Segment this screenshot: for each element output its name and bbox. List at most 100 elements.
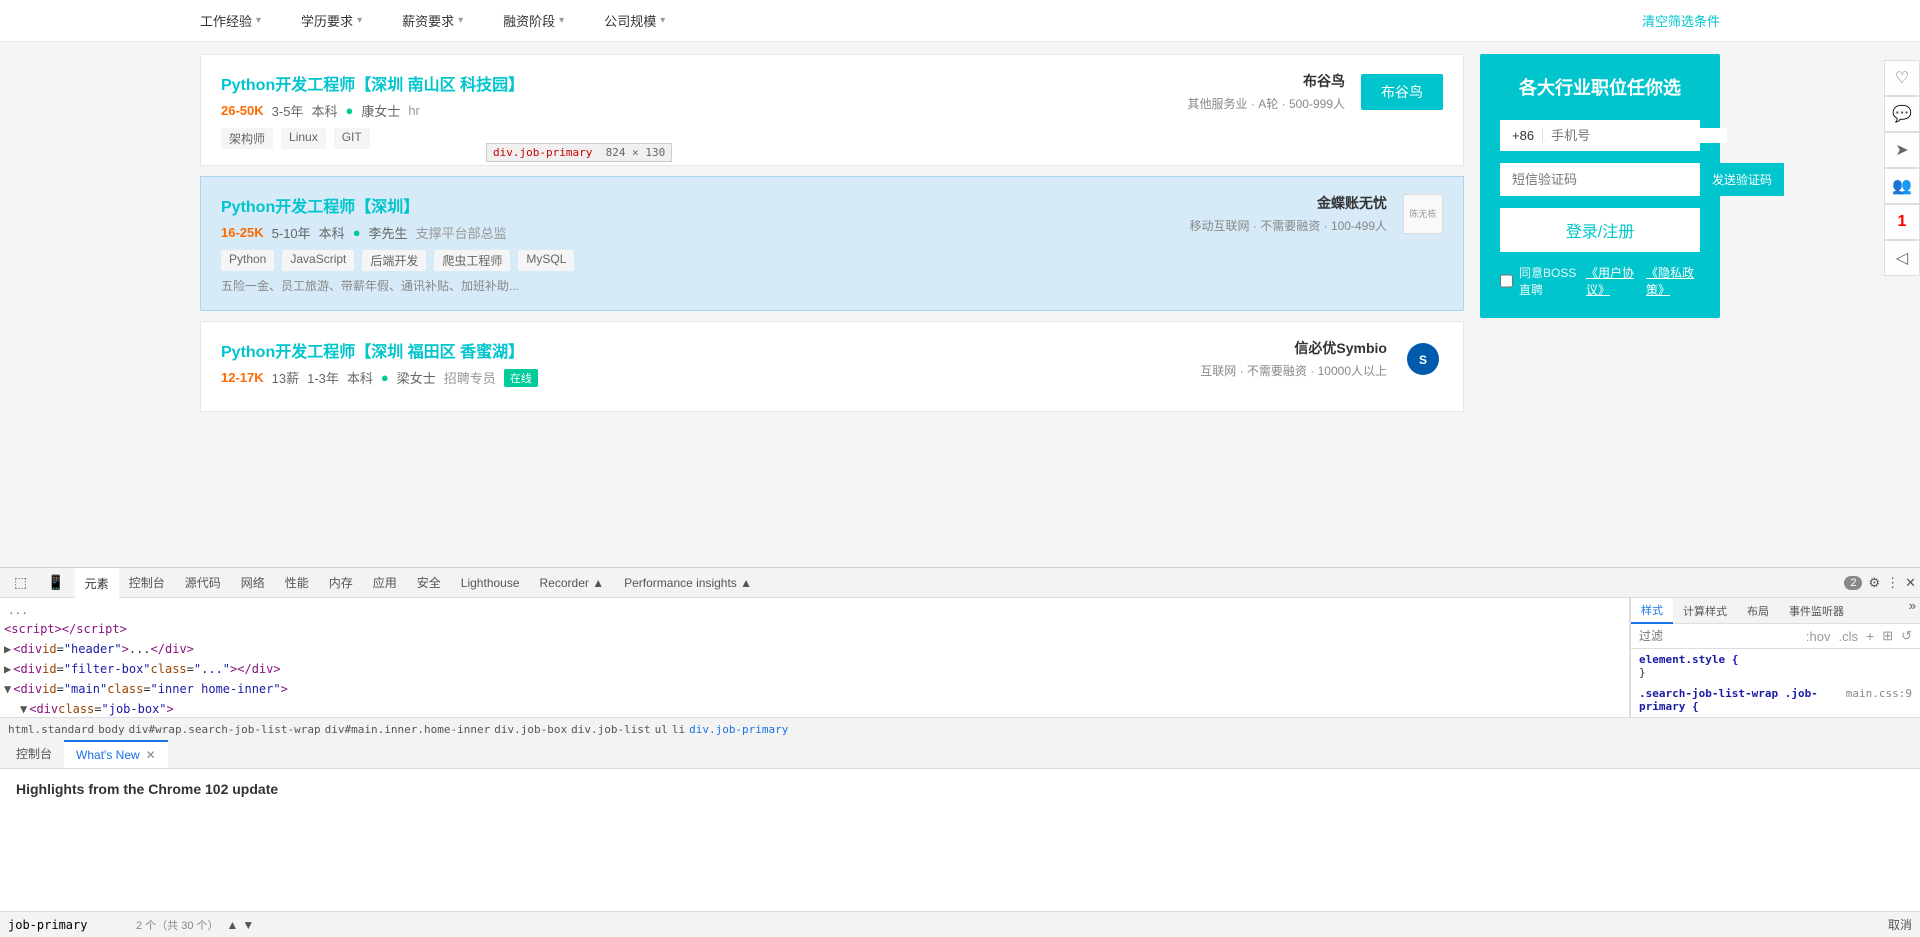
tab-perf-insights[interactable]: Performance insights ▲	[614, 568, 762, 598]
job-exp-1: 3-5年	[272, 101, 304, 120]
tab-lighthouse[interactable]: Lighthouse	[451, 568, 530, 598]
tab-elements[interactable]: 元素	[75, 568, 119, 598]
new-style-icon[interactable]: ⊞	[1882, 628, 1893, 644]
verify-button[interactable]: 发送验证码	[1700, 163, 1784, 196]
devtools-device-icon[interactable]: 📱	[37, 568, 74, 598]
tab-whats-new[interactable]: What's New ✕	[64, 740, 168, 768]
page-content: 工作经验 ▾ 学历要求 ▾ 薪资要求 ▾ 融资阶段 ▾ 公司规模 ▾ 清空筛选条…	[0, 0, 1920, 567]
job-card-2[interactable]: Python开发工程师【深圳】 16-25K 5-10年 本科 ● 李先生 支撑…	[200, 176, 1464, 311]
breadcrumb-wrap[interactable]: div#wrap.search-job-list-wrap	[129, 723, 321, 736]
phone-input[interactable]	[1551, 128, 1727, 143]
right-panel: 各大行业职位任你选 +86 发送验证码 登录/注册 同意BOSS直聘 《用户协议…	[1480, 54, 1720, 318]
filter-company-size[interactable]: 公司规模 ▾	[604, 11, 665, 30]
tooltip-dims: 824 × 130	[599, 146, 665, 159]
send-icon[interactable]: ➤	[1884, 132, 1920, 168]
users-icon[interactable]: 👥	[1884, 168, 1920, 204]
tree-jobbox[interactable]: ▼ <div class="job-box" >	[4, 699, 1625, 717]
company-meta-3: 互联网 · 不需要融资 · 10000人以上	[1200, 362, 1387, 379]
tab-network[interactable]: 网络	[231, 568, 275, 598]
breadcrumb-html[interactable]: html.standard	[8, 723, 94, 736]
job-role-1: hr	[408, 103, 420, 118]
filter-edu-req[interactable]: 学历要求 ▾	[301, 11, 362, 30]
expand-jobbox[interactable]: ▼	[20, 700, 27, 717]
bottom-search-bar: 2 个（共 30 个） ▲ ▼ 取消	[0, 911, 1920, 937]
arrow-icon-wrap: ◁	[1884, 240, 1920, 276]
breadcrumb-main[interactable]: div#main.inner.home-inner	[325, 723, 491, 736]
close-whats-new-icon[interactable]: ✕	[146, 748, 156, 762]
search-cancel-button[interactable]: 取消	[1888, 916, 1912, 933]
filter-funding-stage[interactable]: 融资阶段 ▾	[503, 11, 564, 30]
tab-sources[interactable]: 源代码	[175, 568, 231, 598]
tree-main[interactable]: ▼ <div id="main" class="inner home-inner…	[4, 679, 1625, 699]
refresh-icon[interactable]: ↺	[1901, 628, 1912, 644]
search-next-button[interactable]: ▼	[242, 918, 254, 932]
breadcrumb-job-primary[interactable]: div.job-primary	[689, 723, 788, 736]
heart-icon[interactable]: ♡	[1884, 60, 1920, 96]
tab-event-listeners[interactable]: 事件监听器	[1779, 598, 1854, 624]
filter-work-exp[interactable]: 工作经验 ▾	[200, 11, 261, 30]
company-name-1: 布谷鸟	[1188, 71, 1345, 91]
job-edu-3: 本科	[347, 368, 373, 387]
job-benefits-2: 五险一金、员工旅游、带薪年假、通讯补贴、加班补助...	[221, 277, 1443, 294]
agree-checkbox[interactable]	[1500, 274, 1513, 288]
breadcrumb-body[interactable]: body	[98, 723, 125, 736]
job-card-3[interactable]: Python开发工程师【深圳 福田区 香蜜湖】 12-17K 13薪 1-3年 …	[200, 321, 1464, 412]
filter-label-edu-req: 学历要求	[301, 11, 353, 30]
breadcrumb-joblist[interactable]: div.job-list	[571, 723, 650, 736]
filter-label-company-size: 公司规模	[604, 11, 656, 30]
login-register-button[interactable]: 登录/注册	[1500, 208, 1700, 252]
breadcrumb-ul[interactable]: ul	[655, 723, 668, 736]
clear-filter-button[interactable]: 清空筛选条件	[1642, 11, 1720, 30]
filter-salary-req[interactable]: 薪资要求 ▾	[402, 11, 463, 30]
expand-header[interactable]: ▶	[4, 640, 11, 658]
dot-icon-3: ●	[381, 370, 389, 385]
tab-console-bottom[interactable]: 控制台	[4, 740, 64, 768]
job-card-1[interactable]: Python开发工程师【深圳 南山区 科技园】 26-50K 3-5年 本科 ●…	[200, 54, 1464, 166]
tag-2-4: MySQL	[518, 250, 574, 271]
collapse-icon[interactable]: ◁	[1884, 240, 1920, 276]
tab-recorder[interactable]: Recorder ▲	[530, 568, 615, 598]
tab-styles[interactable]: 样式	[1631, 598, 1673, 624]
styles-filter-input[interactable]	[1639, 629, 1802, 643]
badge-icon-wrap: 1	[1884, 204, 1920, 240]
notification-icon[interactable]: 1	[1884, 204, 1920, 240]
tree-filterbox[interactable]: ▶ <div id="filter-box" class="..." ></di…	[4, 659, 1625, 679]
job-gender-1: 康女士	[361, 101, 400, 120]
breadcrumb-jobbox[interactable]: div.job-box	[494, 723, 567, 736]
tag-2-0: Python	[221, 250, 274, 271]
company-size-1: 500-999人	[1289, 97, 1345, 111]
company-name-3: 信必优Symbio	[1200, 338, 1387, 358]
agree-link-2[interactable]: 《隐私政策》	[1646, 264, 1700, 298]
tab-console[interactable]: 控制台	[119, 568, 175, 598]
close-devtools-icon[interactable]: ✕	[1905, 575, 1916, 591]
verify-input[interactable]	[1500, 164, 1700, 195]
styles-more-icon[interactable]: »	[1905, 598, 1920, 623]
tab-layout[interactable]: 布局	[1737, 598, 1779, 624]
whats-new-headline: Highlights from the Chrome 102 update	[16, 781, 278, 797]
devtools-main-tabs: ⬚ 📱 元素 控制台 源代码 网络 性能 内存 应用 安全 Lighthouse…	[0, 568, 1920, 598]
settings-icon[interactable]: ⚙	[1868, 575, 1880, 591]
expand-main[interactable]: ▼	[4, 680, 11, 698]
heart-icon-wrap: ♡	[1884, 60, 1920, 96]
tab-computed[interactable]: 计算样式	[1673, 598, 1737, 624]
hov-toggle[interactable]: :hov	[1806, 629, 1831, 644]
devtools-action-icons: 2 ⚙ ⋮ ✕	[1844, 575, 1916, 591]
breadcrumb-li[interactable]: li	[672, 723, 685, 736]
chat-icon[interactable]: 💬	[1884, 96, 1920, 132]
apply-button-1[interactable]: 布谷鸟	[1361, 74, 1443, 110]
more-icon[interactable]: ⋮	[1886, 575, 1899, 591]
element-search-input[interactable]	[8, 918, 128, 932]
tab-performance[interactable]: 性能	[275, 568, 319, 598]
job-meta-2: 16-25K 5-10年 本科 ● 李先生 支撑平台部总监	[221, 223, 507, 242]
cls-toggle[interactable]: .cls	[1839, 629, 1859, 644]
search-prev-button[interactable]: ▲	[227, 918, 239, 932]
agree-link-1[interactable]: 《用户协议》	[1586, 264, 1640, 298]
tab-application[interactable]: 应用	[363, 568, 407, 598]
add-style-icon[interactable]: +	[1866, 628, 1874, 644]
tab-security[interactable]: 安全	[407, 568, 451, 598]
devtools-inspect-icon[interactable]: ⬚	[4, 568, 37, 598]
tab-memory[interactable]: 内存	[319, 568, 363, 598]
expand-filterbox[interactable]: ▶	[4, 660, 11, 678]
filter-label-work-exp: 工作经验	[200, 11, 252, 30]
tree-header[interactable]: ▶ <div id="header" >...</div>	[4, 639, 1625, 659]
